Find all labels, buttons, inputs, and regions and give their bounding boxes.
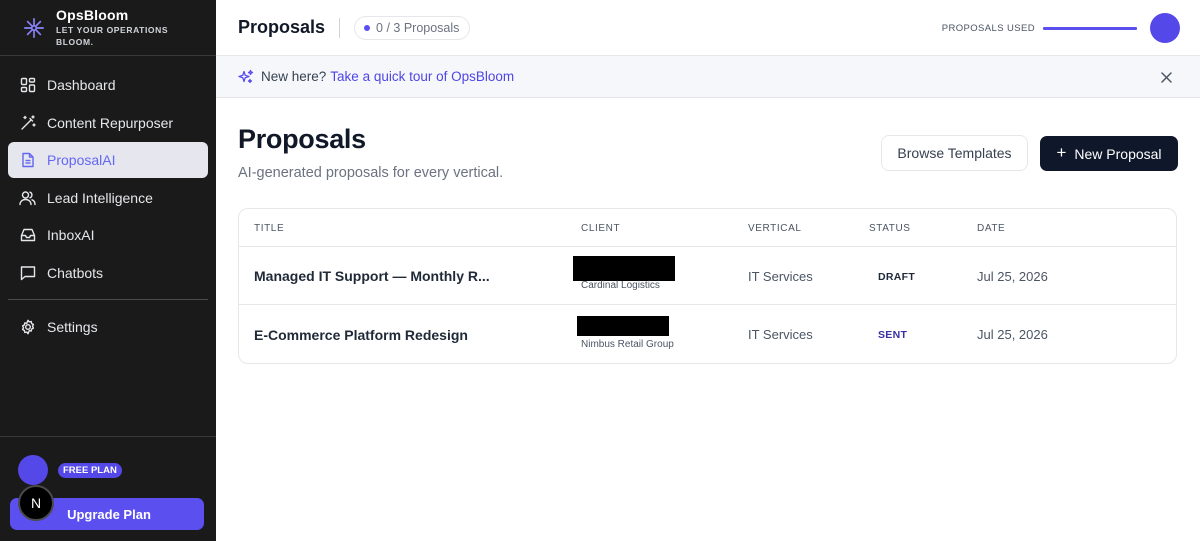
user-avatar[interactable] (1150, 13, 1180, 43)
dot-icon (364, 24, 371, 31)
topbar-title: Proposals (238, 17, 326, 37)
vertical-cell: IT Services (748, 269, 813, 284)
brand-header[interactable]: OpsBloom LET YOUR OPERATIONS BLOOM. (0, 0, 216, 56)
browse-templates-button[interactable]: Browse Templates (881, 135, 1028, 171)
usage-progress-fill (1043, 26, 1137, 30)
chat-bubble-icon (19, 264, 36, 281)
page-title: Proposals (238, 124, 366, 154)
new-proposal-button[interactable]: + New Proposal (1040, 136, 1178, 171)
sidebar-item-label: Settings (47, 318, 98, 335)
gear-icon (19, 318, 36, 335)
sidebar-item-content-repurposer[interactable]: Content Repurposer (8, 105, 208, 141)
sidebar-item-label: Lead Intelligence (47, 189, 153, 206)
proposal-title[interactable]: E-Commerce Platform Redesign (254, 327, 468, 343)
usage-progress-bar (1043, 26, 1137, 30)
table-row[interactable]: E-Commerce Platform Redesign Nimbus Reta… (239, 305, 1176, 363)
column-header-status[interactable]: STATUS (869, 223, 911, 234)
status-badge: SENT (878, 329, 908, 341)
page-subtitle: AI-generated proposals for every vertica… (238, 165, 504, 181)
proposal-count-label: 0 / 3 Proposals (376, 20, 460, 35)
usage-meter: PROPOSALS USED (942, 0, 1180, 56)
sidebar-item-label: InboxAI (47, 227, 95, 243)
sidebar-nav: Dashboard Content Repurposer ProposalAI … (0, 56, 216, 345)
proposal-count-badge: 0 / 3 Proposals (354, 15, 471, 40)
column-header-date[interactable]: DATE (977, 223, 1005, 234)
plus-icon: + (1056, 142, 1067, 162)
sidebar-item-label: Content Repurposer (47, 114, 174, 131)
client-name-redacted (573, 256, 675, 281)
sidebar-divider (8, 298, 208, 300)
banner-text: New here? (261, 69, 327, 84)
new-proposal-label: New Proposal (1074, 145, 1162, 162)
usage-label: PROPOSALS USED (941, 22, 1035, 34)
topbar-divider (339, 17, 341, 38)
sidebar-item-inboxai[interactable]: InboxAI (8, 217, 208, 253)
sparkles-icon (238, 69, 254, 85)
sidebar-item-proposalai[interactable]: ProposalAI (8, 142, 208, 178)
sidebar-item-label: Dashboard (47, 77, 116, 93)
main-content: Proposals 0 / 3 Proposals PROPOSALS USED… (216, 0, 1200, 541)
sidebar-item-lead-intelligence[interactable]: Lead Intelligence (8, 180, 208, 216)
date-cell: Jul 25, 2026 (977, 327, 1048, 342)
brand-tagline-2: BLOOM. (56, 37, 94, 47)
next-dev-badge[interactable]: N (18, 485, 54, 521)
top-bar: Proposals 0 / 3 Proposals PROPOSALS USED (216, 0, 1200, 56)
onboarding-banner: New here? Take a quick tour of OpsBloom (216, 56, 1200, 98)
close-icon[interactable] (1158, 69, 1174, 85)
sidebar-item-label: ProposalAI (47, 152, 116, 168)
brand-tagline-1: LET YOUR OPERATIONS (56, 25, 169, 35)
inbox-icon (19, 227, 36, 244)
table-row[interactable]: Managed IT Support — Monthly R... Cardin… (239, 247, 1176, 305)
tour-link[interactable]: Take a quick tour of OpsBloom (330, 69, 514, 84)
date-cell: Jul 25, 2026 (977, 269, 1048, 284)
column-header-title[interactable]: TITLE (254, 223, 284, 234)
sidebar-footer: FREE PLAN Upgrade Plan N (0, 436, 216, 541)
column-header-vertical[interactable]: VERTICAL (748, 223, 802, 234)
document-icon (19, 152, 36, 169)
client-company: Cardinal Logistics (581, 280, 660, 291)
magic-wand-icon (19, 114, 36, 131)
page-header: Proposals AI-generated proposals for eve… (238, 124, 503, 181)
avatar[interactable] (18, 455, 48, 485)
vertical-cell: IT Services (748, 327, 813, 342)
client-name-redacted (577, 316, 669, 336)
sidebar: OpsBloom LET YOUR OPERATIONS BLOOM. Dash… (0, 0, 216, 541)
proposal-title[interactable]: Managed IT Support — Monthly R... (254, 268, 490, 284)
sparkle-logo-icon (22, 16, 46, 40)
users-icon (19, 189, 36, 206)
sidebar-item-settings[interactable]: Settings (8, 309, 208, 345)
table-header: TITLE CLIENT VERTICAL STATUS DATE (239, 209, 1176, 247)
column-header-client[interactable]: CLIENT (581, 223, 620, 234)
brand-name: OpsBloom (56, 7, 129, 23)
plan-badge: FREE PLAN (58, 463, 122, 478)
sidebar-item-dashboard[interactable]: Dashboard (8, 67, 208, 103)
status-badge: DRAFT (878, 271, 916, 283)
proposals-table: TITLE CLIENT VERTICAL STATUS DATE Manage… (238, 208, 1177, 364)
dashboard-grid-icon (19, 77, 36, 94)
sidebar-item-label: Chatbots (47, 264, 104, 281)
sidebar-item-chatbots[interactable]: Chatbots (8, 255, 208, 291)
client-company: Nimbus Retail Group (581, 339, 674, 350)
